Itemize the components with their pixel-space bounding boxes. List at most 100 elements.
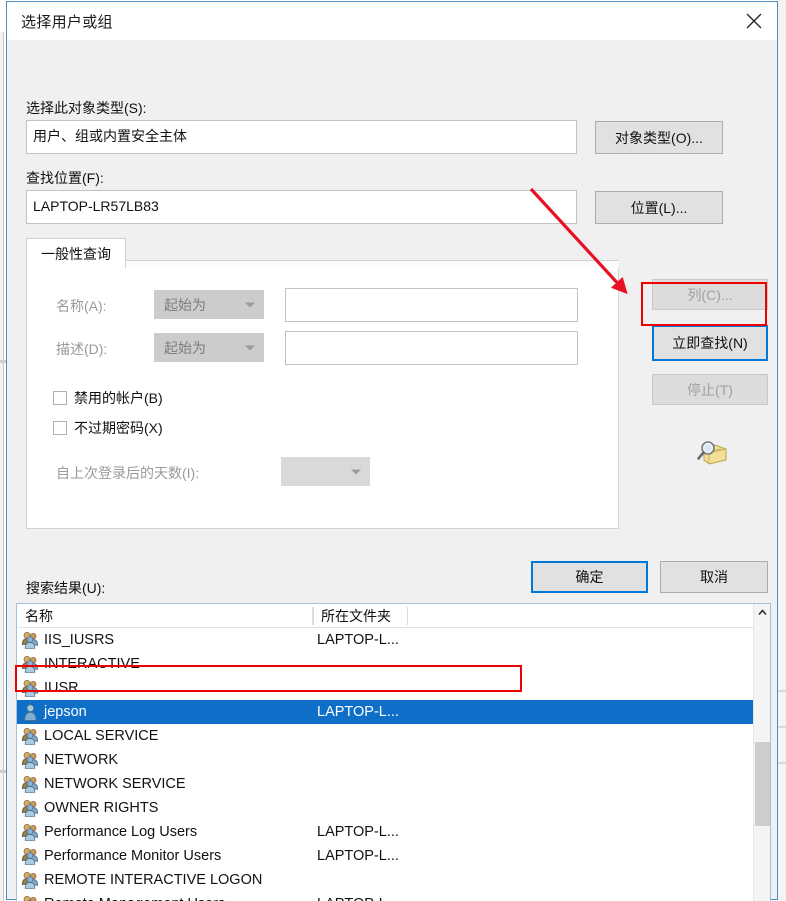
description-condition-value: 起始为 [164,339,206,356]
row-folder-cell: LAPTOP-L... [317,848,399,864]
row-name-cell: IUSR [17,679,313,697]
row-name-text: REMOTE INTERACTIVE LOGON [44,872,263,888]
row-name-cell: Performance Log Users [17,823,313,841]
row-name-text: Remote Management Users [44,896,225,901]
row-name-text: NETWORK [44,752,119,768]
row-name-text: NETWORK SERVICE [44,776,186,792]
row-name-text: IIS_IUSRS [44,632,115,648]
row-folder-cell: LAPTOP-L... [317,632,399,648]
columns-button[interactable]: 列(C)... [652,279,768,310]
row-name-text: jepson [44,704,87,720]
column-header-folder[interactable]: 所在文件夹 [313,604,408,627]
object-type-field[interactable]: 用户、组或内置安全主体 [26,120,577,154]
table-row[interactable]: IIS_IUSRS LAPTOP-L... [17,628,770,652]
listview-header: 名称 所在文件夹 [17,604,770,628]
description-label: 描述(D): [56,341,108,357]
close-icon[interactable] [731,2,777,39]
row-name-text: Performance Monitor Users [44,848,222,864]
dialog-body: 选择此对象类型(S): 用户、组或内置安全主体 对象类型(O)... 查找位置(… [7,40,777,901]
table-row[interactable]: Performance Monitor Users LAPTOP-L... [17,844,770,868]
description-condition-dropdown[interactable]: 起始为 [154,333,264,362]
backdrop-right-notch-2 [778,726,786,728]
object-types-button[interactable]: 对象类型(O)... [595,121,723,154]
table-row[interactable]: Performance Log Users LAPTOP-L... [17,820,770,844]
table-row[interactable]: IUSR [17,676,770,700]
disabled-accounts-label: 禁用的帐户(B) [74,390,163,406]
table-row[interactable]: NETWORK [17,748,770,772]
search-results-label: 搜索结果(U): [26,580,106,596]
location-field[interactable]: LAPTOP-LR57LB83 [26,190,577,224]
column-header-name[interactable]: 名称 [17,604,313,627]
non-expiring-password-checkbox[interactable] [53,421,67,435]
query-tabstrip: 一般性查询 [26,238,619,268]
listview-rows: IIS_IUSRS LAPTOP-L... INTERACTIVE IUSR jepso… [17,628,770,901]
table-row[interactable]: REMOTE INTERACTIVE LOGON [17,868,770,892]
scrollbar-thumb[interactable] [755,742,770,826]
non-expiring-password-checkbox-row[interactable]: 不过期密码(X) [53,418,163,438]
row-name-text: INTERACTIVE [44,656,140,672]
dialog-titlebar: 选择用户或组 [7,2,777,40]
stop-button[interactable]: 停止(T) [652,374,768,405]
group-icon [21,727,41,745]
row-name-text: Performance Log Users [44,824,198,840]
find-now-button[interactable]: 立即查找(N) [652,325,768,361]
row-folder-cell: LAPTOP-L... [317,704,399,720]
row-folder-cell: LAPTOP-L... [317,824,399,840]
object-type-label: 选择此对象类型(S): [26,100,147,116]
table-row[interactable]: OWNER RIGHTS [17,796,770,820]
row-name-cell: LOCAL SERVICE [17,727,313,745]
table-row[interactable]: Remote Management Users LAPTOP-L... [17,892,770,901]
search-results-listview[interactable]: 名称 所在文件夹 IIS_IUSRS LAPTOP-L... INTERACTIVE… [16,603,771,901]
group-icon [21,895,41,901]
name-input[interactable] [285,288,578,322]
group-icon [21,823,41,841]
tab-general-query[interactable]: 一般性查询 [26,238,126,268]
row-name-cell: Performance Monitor Users [17,847,313,865]
row-name-text: IUSR [44,680,79,696]
name-condition-value: 起始为 [164,296,206,313]
group-icon [21,631,41,649]
table-row[interactable]: INTERACTIVE [17,652,770,676]
user-icon [21,703,41,721]
group-icon [21,679,41,697]
group-icon [21,799,41,817]
row-name-cell: NETWORK SERVICE [17,775,313,793]
ok-button[interactable]: 确定 [531,561,648,593]
desktop-backdrop: 选择用户或组 选择此对象类型(S): 用户、组或内置安全主体 对象类型(O)..… [0,0,786,901]
table-row[interactable]: NETWORK SERVICE [17,772,770,796]
row-name-text: OWNER RIGHTS [44,800,159,816]
cancel-button[interactable]: 取消 [660,561,768,593]
chevron-down-icon [245,345,255,350]
row-name-cell: IIS_IUSRS [17,631,313,649]
group-icon [21,847,41,865]
group-icon [21,655,41,673]
chevron-down-icon [245,302,255,307]
row-name-cell: INTERACTIVE [17,655,313,673]
backdrop-right-notch-3 [778,762,786,764]
group-icon [21,751,41,769]
disabled-accounts-checkbox[interactable] [53,391,67,405]
row-folder-cell: LAPTOP-L... [313,896,408,901]
backdrop-right-notch-1 [778,690,786,692]
magnifier-folder-icon [695,438,729,468]
non-expiring-password-label: 不过期密码(X) [74,420,163,436]
chevron-down-icon [351,469,361,474]
table-row[interactable]: LOCAL SERVICE [17,724,770,748]
days-since-logon-label: 自上次登录后的天数(I): [56,465,200,481]
days-since-logon-dropdown[interactable] [281,457,370,486]
name-label: 名称(A): [56,298,107,314]
locations-button[interactable]: 位置(L)... [595,191,723,224]
row-name-cell: Remote Management Users [17,895,313,901]
chevron-up-icon[interactable] [754,604,770,621]
row-name-cell: REMOTE INTERACTIVE LOGON [17,871,313,889]
row-name-cell: NETWORK [17,751,313,769]
disabled-accounts-checkbox-row[interactable]: 禁用的帐户(B) [53,388,163,408]
group-icon [21,775,41,793]
table-row[interactable]: jepson LAPTOP-L... [17,700,770,724]
listview-scrollbar[interactable] [753,604,770,901]
description-input[interactable] [285,331,578,365]
group-icon [21,871,41,889]
name-condition-dropdown[interactable]: 起始为 [154,290,264,319]
row-name-text: LOCAL SERVICE [44,728,159,744]
location-label: 查找位置(F): [26,170,104,186]
